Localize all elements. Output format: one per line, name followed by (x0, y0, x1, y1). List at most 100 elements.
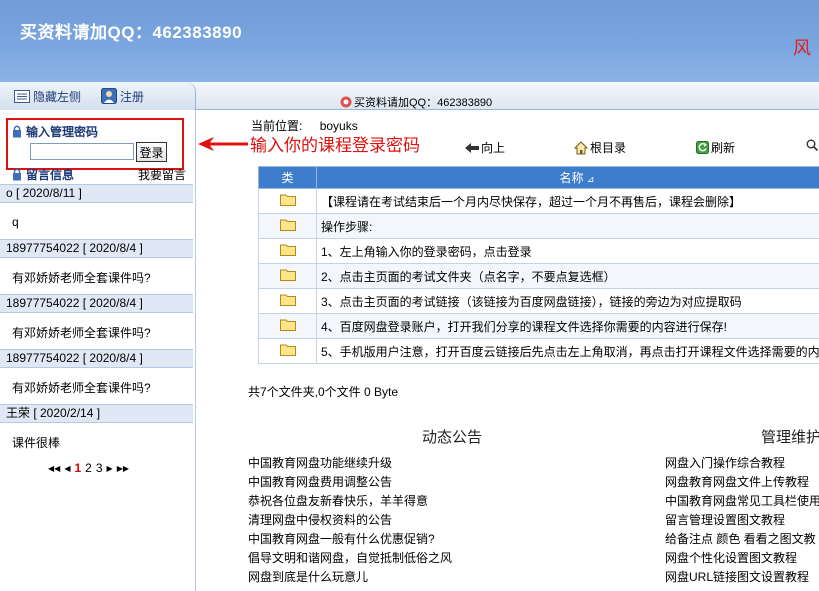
manage-title: 管理维护 (761, 429, 819, 446)
root-button[interactable]: 根目录 (574, 139, 626, 156)
folder-cell (258, 313, 317, 339)
message-icon (13, 168, 21, 181)
message-pager: ◀◀ ◀ 1 2 3 ▶ ▶▶ (48, 461, 129, 475)
message-author: 18977754022 [ 2020/8/4 ] (0, 349, 193, 368)
file-table: 类 名称 ⊿ 【课程请在考试结束后一个月内尽快保存，超过一个月不再售后，课程会删… (258, 166, 819, 364)
next-page-icon[interactable]: ▶ (107, 464, 113, 473)
column-type-header: 类 (258, 166, 317, 189)
login-button[interactable]: 登录 (136, 142, 167, 162)
table-row[interactable]: 4、百度网盘登录账户，打开我们分享的课程文件选择你需要的内容进行保存! (258, 313, 819, 339)
toolbar: 隐藏左侧 注册 买资料请加QQ：462383890 (0, 82, 819, 110)
register-button[interactable]: 注册 (101, 88, 144, 104)
sidebar-toggle-icon (14, 89, 30, 103)
folder-icon (279, 219, 296, 231)
notice-link[interactable]: 倡导文明和谐网盘，自觉抵制低俗之风 (248, 549, 452, 566)
back-arrow-icon (465, 142, 479, 153)
password-annotation: 输入你的课程登录密码 (198, 131, 420, 156)
refresh-label: 刷新 (711, 141, 736, 155)
file-count: 共7个文件夹,0个文件 0 Byte (248, 385, 399, 399)
table-row[interactable]: 3、点击主页面的考试链接（该链接为百度网盘链接），链接的旁边为对应提取码 (258, 288, 819, 314)
arrow-left-icon (198, 136, 248, 151)
notice-link[interactable]: 中国教育网盘功能继续升级 (248, 454, 392, 471)
folder-name[interactable]: 4、百度网盘登录账户，打开我们分享的课程文件选择你需要的内容进行保存! (316, 313, 819, 339)
last-page-icon[interactable]: ▶▶ (117, 464, 129, 473)
user-icon (101, 88, 117, 104)
table-row[interactable]: 1、左上角输入你的登录密码，点击登录 (258, 238, 819, 264)
page-link-1[interactable]: 1 (74, 461, 81, 475)
message-author: 18977754022 [ 2020/8/4 ] (0, 294, 193, 313)
toolbar-center-text: 买资料请加QQ：462383890 (340, 94, 492, 110)
header-title: 买资料请加QQ：462383890 (20, 23, 243, 42)
notice-link[interactable]: 清理网盘中侵权资料的公告 (248, 511, 392, 528)
folder-cell (258, 213, 317, 239)
folder-name[interactable]: 操作步骤: (316, 213, 819, 239)
header-right-text: 风 (793, 38, 811, 58)
column-name-header[interactable]: 名称 ⊿ (316, 166, 819, 189)
notices-title: 动态公告 (422, 429, 483, 446)
manage-link[interactable]: 网盘教育网盘文件上传教程 (665, 473, 809, 490)
notice-link[interactable]: 恭祝各位盘友新春快乐，羊羊得意 (248, 492, 428, 509)
table-row[interactable]: 5、手机版用户注意，打开百度云链接后先点击左上角取消，再点击打开课程文件选择需要… (258, 338, 819, 364)
folder-name[interactable]: 2、点击主页面的考试文件夹（点名字，不要点复选框） (316, 263, 819, 289)
folder-icon (279, 244, 296, 256)
refresh-icon (696, 141, 709, 154)
notice-link[interactable]: 中国教育网盘一般有什么优惠促销? (248, 530, 435, 547)
message-content: 有邓娇娇老师全套课件吗? (12, 271, 151, 285)
folder-cell (258, 288, 317, 314)
notice-link[interactable]: 网盘到底是什么玩意儿 (248, 568, 368, 585)
manage-link[interactable]: 给备注点 颜色 看看之图文教 (665, 530, 816, 547)
folder-name[interactable]: 【课程请在考试结束后一个月内尽快保存，超过一个月不再售后，课程会删除】 (316, 188, 819, 214)
message-content: 有邓娇娇老师全套课件吗? (12, 381, 151, 395)
login-title-label: 输入管理密码 (26, 125, 99, 139)
leave-message-link[interactable]: 我要留言 (138, 166, 186, 183)
message-author: o [ 2020/8/11 ] (0, 184, 193, 203)
logo-icon (340, 96, 352, 108)
refresh-button[interactable]: 刷新 (696, 139, 735, 156)
folder-icon (279, 194, 296, 206)
password-input[interactable] (30, 143, 134, 160)
folder-name[interactable]: 3、点击主页面的考试链接（该链接为百度网盘链接），链接的旁边为对应提取码 (316, 288, 819, 314)
message-content: 有邓娇娇老师全套课件吗? (12, 326, 151, 340)
message-author: 18977754022 [ 2020/8/4 ] (0, 239, 193, 258)
table-row[interactable]: 操作步骤: (258, 213, 819, 239)
toolbar-center-label: 买资料请加QQ：462383890 (354, 97, 493, 109)
lock-icon (13, 125, 21, 138)
up-button[interactable]: 向上 (465, 139, 505, 156)
table-header-row: 类 名称 ⊿ (258, 166, 819, 189)
page-header: 买资料请加QQ：462383890 风 (0, 0, 819, 82)
root-label: 根目录 (590, 141, 627, 155)
page-link-3[interactable]: 3 (96, 461, 103, 475)
table-row[interactable]: 2、点击主页面的考试文件夹（点名字，不要点复选框） (258, 263, 819, 289)
manage-link[interactable]: 中国教育网盘常见工具栏使用 (665, 492, 819, 509)
up-label: 向上 (481, 141, 506, 155)
page-link-2[interactable]: 2 (85, 461, 92, 475)
folder-icon (279, 294, 296, 306)
register-label: 注册 (120, 89, 145, 104)
annotation-text: 输入你的课程登录密码 (250, 136, 420, 155)
manage-link[interactable]: 网盘个性化设置图文教程 (665, 549, 797, 566)
table-row[interactable]: 【课程请在考试结束后一个月内尽快保存，超过一个月不再售后，课程会删除】 (258, 188, 819, 214)
login-title: 输入管理密码 (12, 123, 98, 140)
folder-cell (258, 238, 317, 264)
folder-cell (258, 263, 317, 289)
manage-link[interactable]: 网盘入门操作综合教程 (665, 454, 785, 471)
folder-name[interactable]: 1、左上角输入你的登录密码，点击登录 (316, 238, 819, 264)
hide-left-button[interactable]: 隐藏左侧 (14, 88, 81, 104)
folder-name[interactable]: 5、手机版用户注意，打开百度云链接后先点击左上角取消，再点击打开课程文件选择需要… (316, 338, 819, 364)
manage-link[interactable]: 留言管理设置图文教程 (665, 511, 785, 528)
folder-icon (279, 269, 296, 281)
message-content: 课件很棒 (12, 436, 61, 450)
first-page-icon[interactable]: ◀◀ (48, 464, 60, 473)
folder-icon (279, 344, 296, 356)
home-icon (574, 140, 588, 154)
message-content: q (12, 215, 19, 229)
folder-icon (279, 319, 296, 331)
messages-title-label: 留言信息 (26, 168, 75, 182)
search-icon (806, 139, 818, 151)
notice-link[interactable]: 中国教育网盘费用调整公告 (248, 473, 392, 490)
column-name-label: 名称 (559, 171, 584, 185)
prev-page-icon[interactable]: ◀ (64, 464, 70, 473)
search-button[interactable] (806, 139, 819, 151)
message-author: 王荣 [ 2020/2/14 ] (0, 404, 193, 423)
manage-link[interactable]: 网盘URL链接图文设置教程 (665, 568, 809, 585)
